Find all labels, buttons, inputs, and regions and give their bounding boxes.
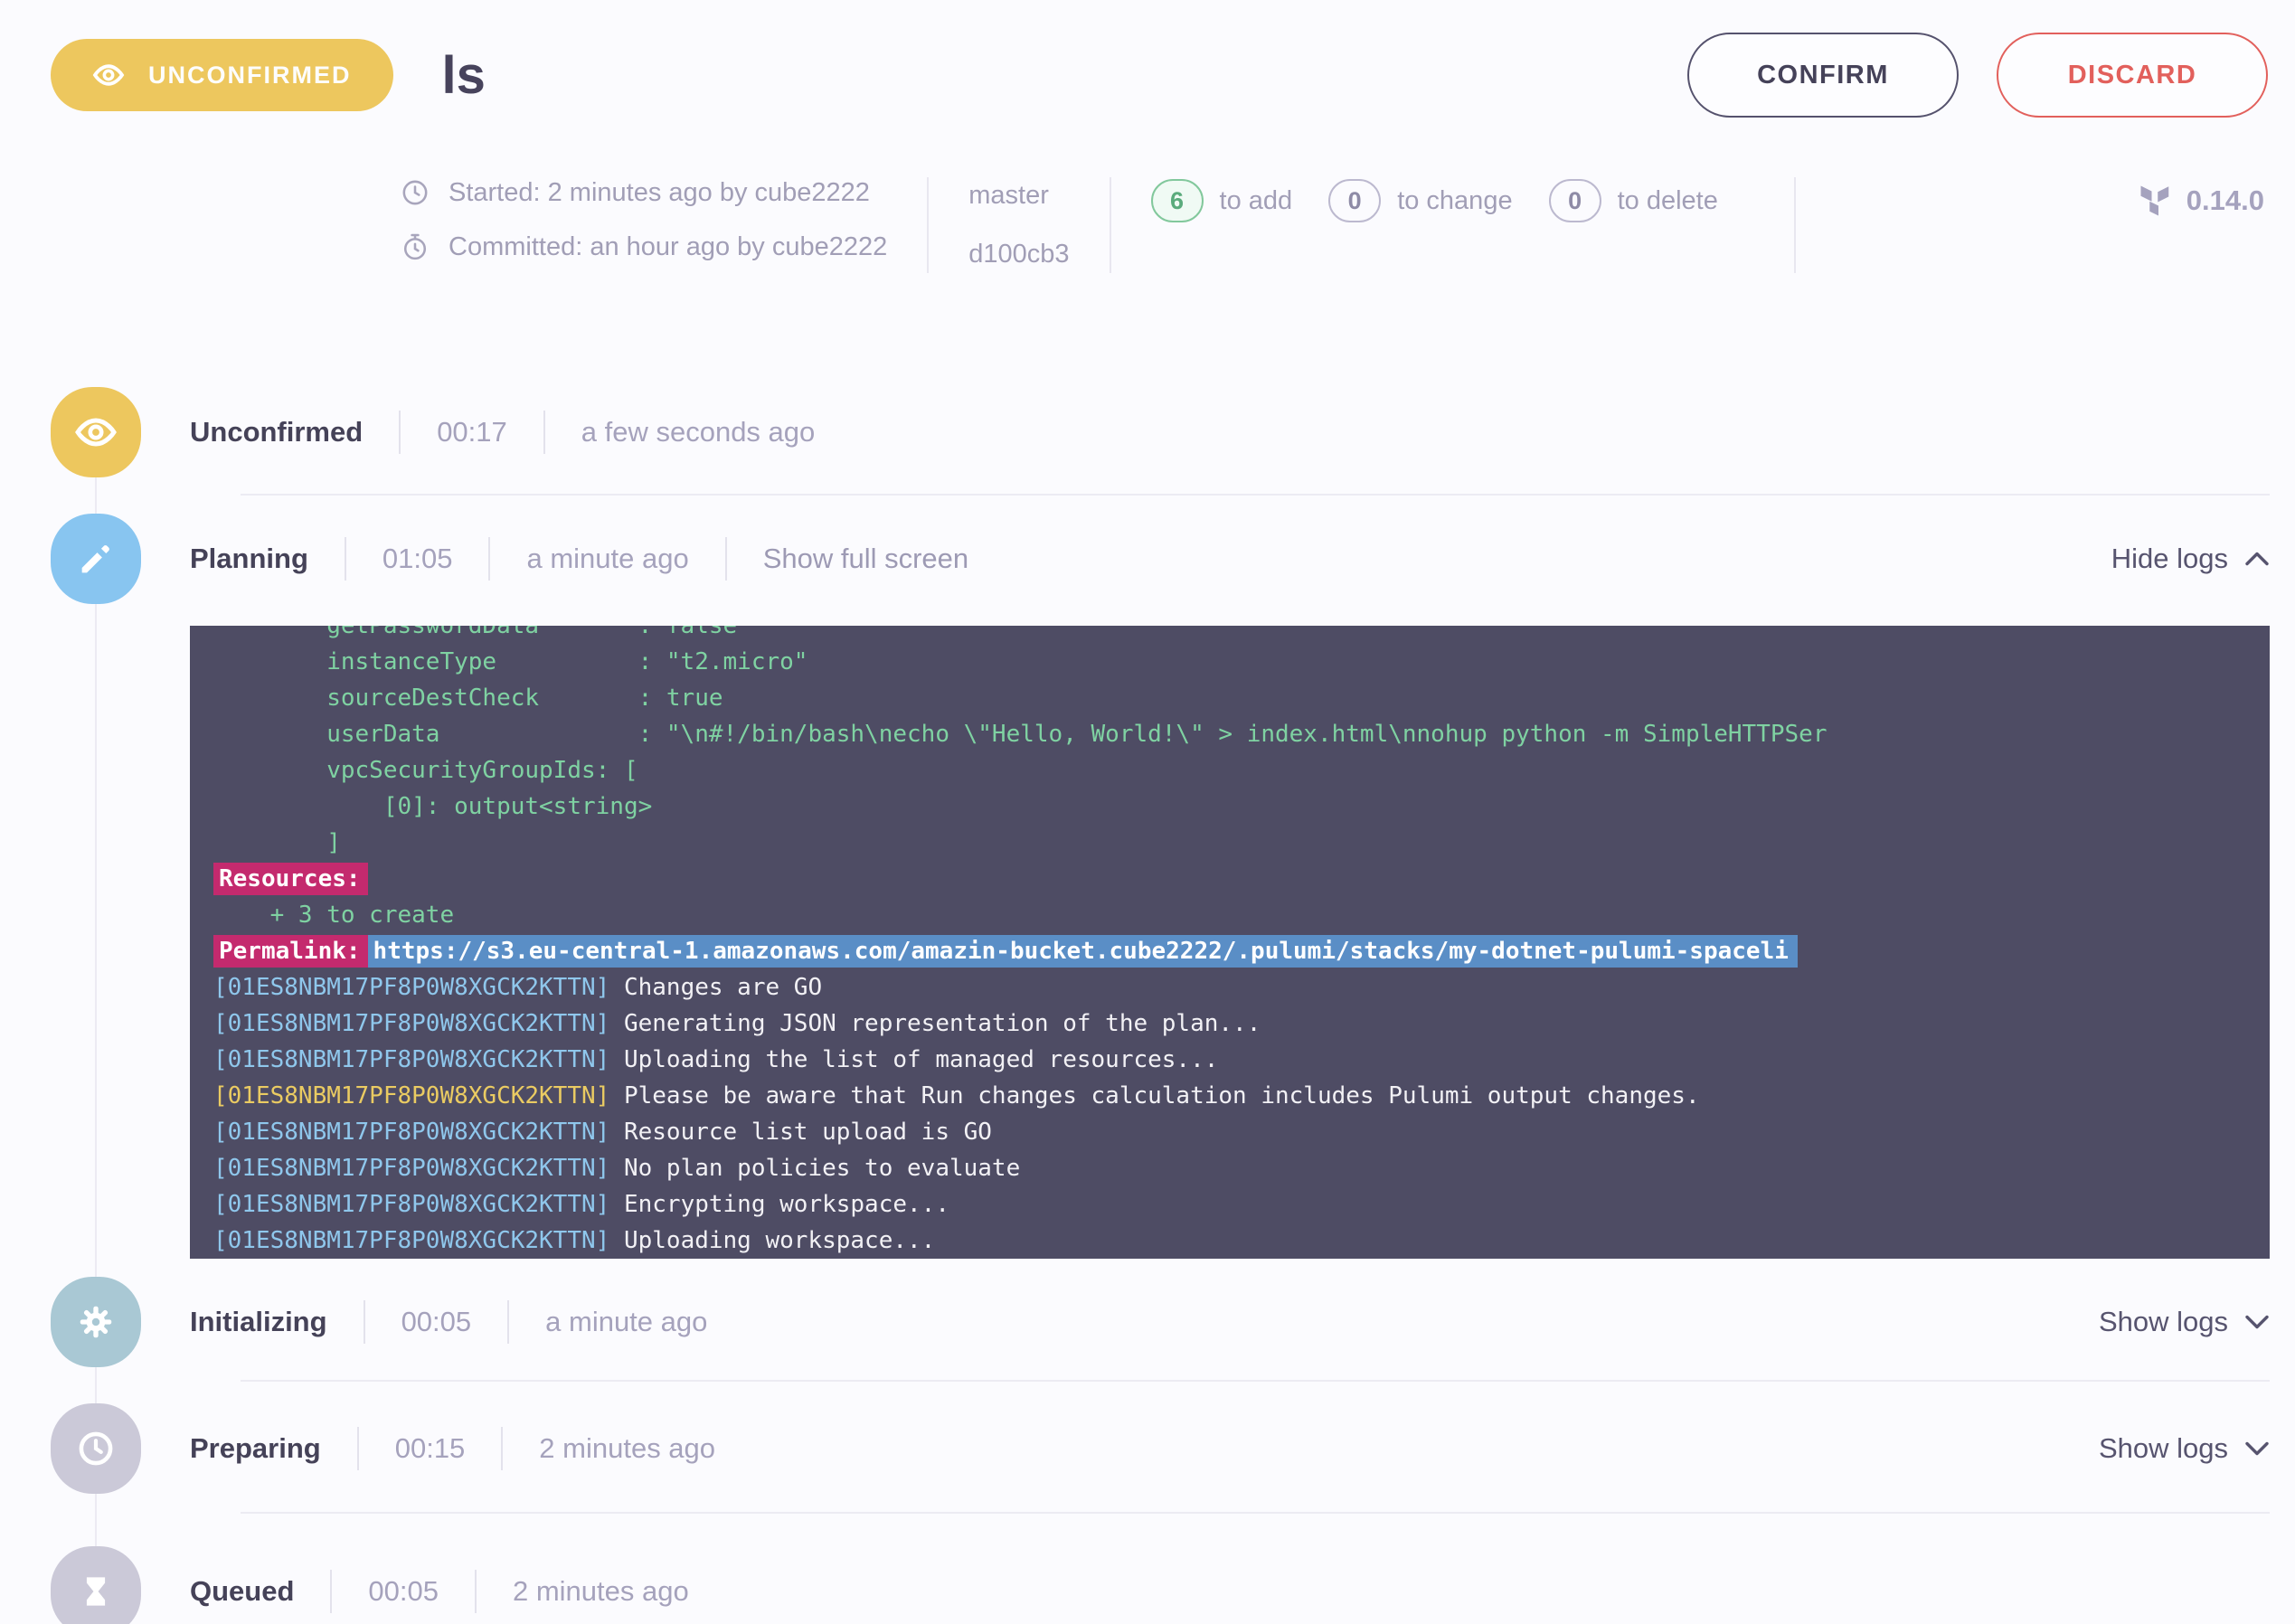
to-change-count: 0 bbox=[1328, 179, 1381, 222]
divider bbox=[543, 411, 545, 454]
divider bbox=[501, 1427, 503, 1470]
divider bbox=[1794, 177, 1796, 273]
change-counts: 6 to add 0 to change 0 to delete bbox=[1151, 177, 1754, 222]
divider bbox=[241, 494, 2270, 496]
stage-name: Initializing bbox=[190, 1306, 327, 1338]
topbar: UNCONFIRMED ls CONFIRM DISCARD bbox=[0, 0, 2295, 118]
stopwatch-icon bbox=[400, 231, 430, 262]
status-badge-label: UNCONFIRMED bbox=[148, 61, 352, 90]
to-delete-label: to delete bbox=[1618, 186, 1718, 216]
eye-icon bbox=[51, 387, 141, 477]
run-meta: Started: 2 minutes ago by cube2222 Commi… bbox=[400, 177, 2268, 273]
divider bbox=[1110, 177, 1111, 273]
eye-icon bbox=[92, 59, 125, 91]
divider bbox=[488, 537, 490, 581]
stage-initializing: Initializing 00:05 a minute ago Show log… bbox=[51, 1277, 2295, 1367]
show-logs-toggle[interactable]: Show logs bbox=[2099, 1306, 2270, 1338]
header-actions: CONFIRM DISCARD bbox=[1687, 33, 2268, 118]
pencil-icon bbox=[51, 514, 141, 604]
stage-timestamp: 2 minutes ago bbox=[513, 1575, 689, 1608]
committed-text: Committed: an hour ago by cube2222 bbox=[449, 232, 887, 262]
stage-timestamp: a minute ago bbox=[526, 543, 688, 575]
stage-duration: 00:05 bbox=[401, 1306, 472, 1338]
terraform-version: 0.14.0 bbox=[2139, 177, 2264, 217]
divider bbox=[330, 1570, 332, 1613]
commit-hash: d100cb3 bbox=[968, 240, 1069, 269]
stage-timestamp: a minute ago bbox=[545, 1306, 707, 1338]
clock-icon bbox=[400, 177, 430, 208]
gear-icon bbox=[51, 1277, 141, 1367]
stage-unconfirmed: Unconfirmed 00:17 a few seconds ago bbox=[51, 387, 2295, 477]
stage-timestamp: 2 minutes ago bbox=[539, 1432, 715, 1465]
show-logs-toggle[interactable]: Show logs bbox=[2099, 1432, 2270, 1465]
to-delete-count: 0 bbox=[1549, 179, 1601, 222]
stage-duration: 00:17 bbox=[437, 416, 507, 448]
stage-name: Unconfirmed bbox=[190, 416, 363, 448]
log-lines: getPasswordData : false instanceType : "… bbox=[213, 626, 2270, 1259]
stage-planning: Planning 01:05 a minute ago Show full sc… bbox=[51, 514, 2295, 1259]
divider bbox=[357, 1427, 359, 1470]
stage-name: Planning bbox=[190, 543, 308, 575]
stage-name: Queued bbox=[190, 1575, 294, 1608]
discard-button[interactable]: DISCARD bbox=[1997, 33, 2268, 118]
divider bbox=[345, 537, 346, 581]
branch-name: master bbox=[968, 181, 1069, 211]
run-times: Started: 2 minutes ago by cube2222 Commi… bbox=[400, 177, 887, 262]
chevron-up-icon bbox=[2244, 551, 2270, 567]
to-change-label: to change bbox=[1397, 186, 1512, 216]
chevron-down-icon bbox=[2244, 1314, 2270, 1330]
show-full-screen-link[interactable]: Show full screen bbox=[763, 543, 968, 575]
started-text: Started: 2 minutes ago by cube2222 bbox=[449, 178, 870, 208]
hide-logs-toggle[interactable]: Hide logs bbox=[2111, 543, 2270, 575]
to-add-label: to add bbox=[1220, 186, 1293, 216]
stage-timeline: Unconfirmed 00:17 a few seconds ago Plan… bbox=[0, 387, 2295, 1624]
divider bbox=[475, 1570, 477, 1613]
divider bbox=[399, 411, 401, 454]
to-add-count: 6 bbox=[1151, 179, 1204, 222]
confirm-button[interactable]: CONFIRM bbox=[1687, 33, 1959, 118]
divider bbox=[927, 177, 929, 273]
stage-timestamp: a few seconds ago bbox=[581, 416, 816, 448]
divider bbox=[725, 537, 727, 581]
stage-duration: 01:05 bbox=[382, 543, 453, 575]
stage-duration: 00:15 bbox=[395, 1432, 466, 1465]
divider bbox=[507, 1300, 509, 1344]
terraform-version-label: 0.14.0 bbox=[2186, 184, 2264, 217]
divider bbox=[364, 1300, 365, 1344]
clock-icon bbox=[51, 1403, 141, 1494]
terraform-icon bbox=[2139, 184, 2172, 217]
divider bbox=[241, 1512, 2270, 1514]
hourglass-icon bbox=[51, 1546, 141, 1624]
stage-queued: Queued 00:05 2 minutes ago bbox=[51, 1546, 2295, 1624]
stage-duration: 00:05 bbox=[368, 1575, 439, 1608]
planning-log-terminal[interactable]: getPasswordData : false instanceType : "… bbox=[190, 626, 2270, 1259]
stage-preparing: Preparing 00:15 2 minutes ago Show logs bbox=[51, 1403, 2295, 1494]
chevron-down-icon bbox=[2244, 1440, 2270, 1457]
stage-name: Preparing bbox=[190, 1432, 321, 1465]
divider bbox=[241, 1380, 2270, 1382]
status-badge: UNCONFIRMED bbox=[51, 39, 393, 111]
git-info: master d100cb3 bbox=[968, 177, 1069, 269]
page-title: ls bbox=[442, 45, 486, 106]
